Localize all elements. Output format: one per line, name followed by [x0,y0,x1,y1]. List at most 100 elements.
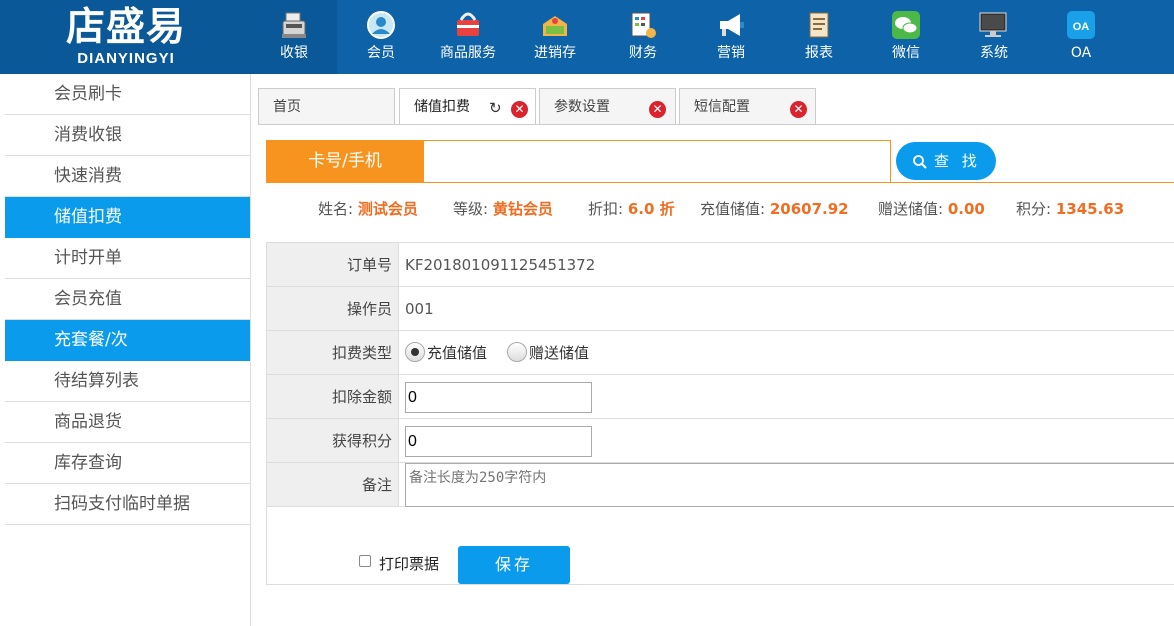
nav-product-service[interactable]: 商品服务 [425,0,511,74]
top-nav-bar: 店盛易 DIANYINGYI 收银 会员 商品服务 进销存 财务 营销 报表 微… [0,0,1174,74]
nav-inventory[interactable]: 进销存 [512,0,598,74]
close-icon[interactable]: ✕ [511,101,528,118]
form-row-points: 获得积分 [267,419,1174,463]
radio-gift-value[interactable] [507,342,527,362]
sidebar-item-quick-consume[interactable]: 快速消费 [5,156,250,197]
sidebar-item-package-recharge[interactable]: 充套餐/次 [5,320,250,361]
report-icon [809,12,829,38]
member-stored-amount: 20607.92 [769,200,849,218]
nav-report[interactable]: 报表 [776,0,862,74]
tab-label: 储值扣费 [414,99,470,115]
radio-gift-value-label: 赠送储值 [529,344,590,362]
card-phone-input[interactable] [424,140,891,183]
nav-marketing[interactable]: 营销 [688,0,774,74]
save-button[interactable]: 保存 [458,546,570,584]
sidebar-item-product-return[interactable]: 商品退货 [5,402,250,443]
member-points: 积分: 1345.63 [1016,199,1124,219]
radio-stored-value[interactable] [405,342,425,362]
search-underline [266,182,1174,183]
member-name-value: 测试会员 [357,200,418,218]
form-row-deduct-type: 扣费类型 充值储值 赠送储值 [267,331,1174,375]
earn-points-input[interactable] [405,426,592,457]
nav-label: 微信 [892,45,920,61]
order-no-label: 订单号 [267,243,399,286]
oa-icon-text: OA [1073,21,1090,33]
tab-divider [258,124,1174,125]
logo-english-text: DIANYINGYI [77,50,175,67]
member-name: 姓名: 测试会员 [318,199,418,219]
radio-stored-value-label: 充值储值 [427,344,488,362]
nav-label: 报表 [805,45,833,61]
logo-chinese-text: 店盛易 [65,4,186,50]
nav-member[interactable]: 会员 [338,0,424,74]
wechat-icon [892,11,920,39]
cash-register-icon [282,12,306,38]
search-button[interactable]: 查 找 [896,142,996,180]
remark-textarea[interactable] [405,463,1174,507]
finance-icon [631,12,656,38]
print-receipt-label: 打印票据 [379,555,440,573]
sidebar-item-scan-pay-temp[interactable]: 扫码支付临时单据 [5,484,250,525]
search-icon [913,155,927,169]
tab-stored-deduct[interactable]: 储值扣费 ↻ ✕ [399,88,536,125]
megaphone-icon [720,14,744,36]
close-icon[interactable]: ✕ [649,101,666,118]
nav-label: 财务 [629,45,657,61]
sidebar-item-member-recharge[interactable]: 会员充值 [5,279,250,320]
member-gift-value: 赠送储值: 0.00 [878,199,985,219]
nav-label: 商品服务 [440,45,496,61]
nav-finance[interactable]: 财务 [600,0,686,74]
sidebar-item-stored-deduct[interactable]: 储值扣费 [5,197,250,238]
member-discount-value: 6.0 折 [627,200,675,218]
monitor-icon [979,12,1007,37]
tab-label: 参数设置 [554,99,610,115]
member-level-label: 等级: [453,200,489,218]
nav-cashier[interactable]: 收银 [251,0,337,74]
app-logo: 店盛易 DIANYINGYI [0,0,252,74]
member-icon [367,11,395,39]
print-receipt-checkbox[interactable] [359,555,371,567]
nav-label: 进销存 [534,45,576,61]
operator-label: 操作员 [267,287,399,330]
tab-home[interactable]: 首页 [258,88,395,124]
nav-system[interactable]: 系统 [951,0,1037,74]
nav-oa[interactable]: OA OA [1038,0,1124,74]
member-level: 等级: 黄钻会员 [453,199,553,219]
remark-label: 备注 [267,463,399,506]
member-discount-label: 折扣: [588,200,624,218]
member-points-value: 1345.63 [1055,200,1125,218]
nav-label: 会员 [367,45,395,61]
member-gift-amount: 0.00 [947,200,985,218]
deduct-amount-label: 扣除金额 [267,375,399,418]
deduct-form: 订单号 KF201801091125451372 操作员 001 扣费类型 充值… [266,242,1174,585]
sidebar-item-consume-cashier[interactable]: 消费收银 [5,115,250,156]
inventory-icon [543,16,567,36]
form-row-remark: 备注 [267,463,1174,507]
tab-sms-config[interactable]: 短信配置 ✕ [679,88,816,124]
refresh-icon[interactable]: ↻ [489,101,502,116]
sidebar-item-timed-order[interactable]: 计时开单 [5,238,250,279]
nav-label: 系统 [980,45,1008,61]
member-gift-label: 赠送储值: [878,200,944,218]
tab-param-settings[interactable]: 参数设置 ✕ [539,88,676,124]
sidebar-item-member-swipe[interactable]: 会员刷卡 [5,74,250,115]
member-discount: 折扣: 6.0 折 [588,199,675,219]
sidebar-item-pending-list[interactable]: 待结算列表 [5,361,250,402]
deduct-type-label: 扣费类型 [267,331,399,374]
member-stored-value: 充值储值: 20607.92 [700,199,849,219]
deduct-amount-input[interactable] [405,382,592,413]
search-button-label: 查 找 [934,152,981,170]
form-row-order: 订单号 KF201801091125451372 [267,243,1174,287]
card-phone-label: 卡号/手机 [266,140,424,182]
close-icon[interactable]: ✕ [790,101,807,118]
oa-icon: OA [1067,11,1095,39]
nav-wechat[interactable]: 微信 [863,0,949,74]
form-row-amount: 扣除金额 [267,375,1174,419]
tab-label: 首页 [273,99,301,115]
order-no-value: KF201801091125451372 [405,256,596,274]
form-row-operator: 操作员 001 [267,287,1174,331]
sidebar-item-stock-query[interactable]: 库存查询 [5,443,250,484]
operator-value: 001 [405,300,434,318]
nav-label: OA [1070,45,1092,61]
member-level-value: 黄钻会员 [492,200,553,218]
